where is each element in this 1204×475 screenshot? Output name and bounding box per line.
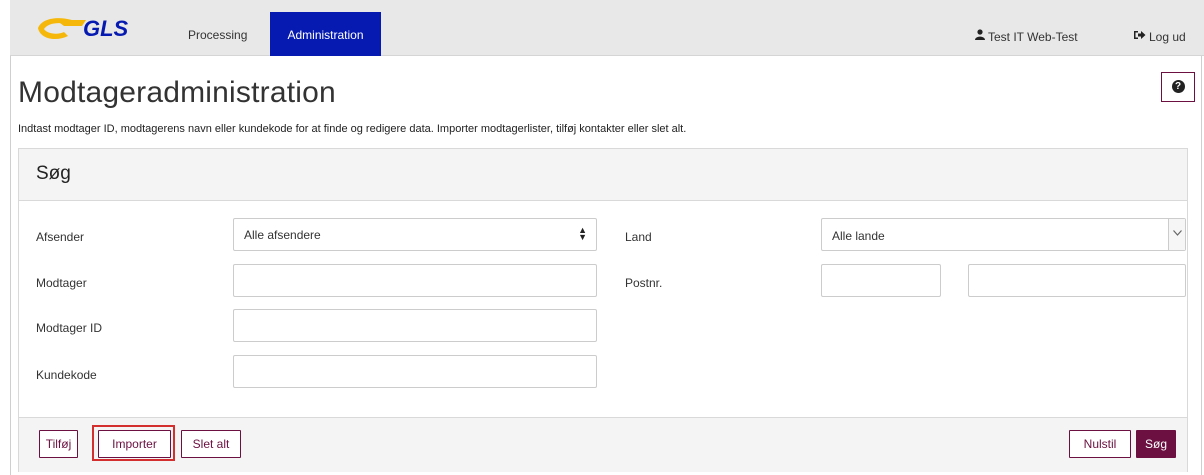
kundekode-input[interactable]	[233, 355, 597, 388]
search-panel-heading: Søg	[19, 149, 1187, 201]
search-panel-footer: Tilføj Importer Slet alt Nulstil Søg	[19, 417, 1187, 472]
add-button[interactable]: Tilføj	[39, 430, 78, 458]
afsender-select-value: Alle afsendere	[244, 228, 321, 242]
land-select-value: Alle lande	[832, 229, 885, 243]
postnr-label: Postnr.	[625, 276, 663, 290]
user-icon	[975, 0, 985, 73]
afsender-select[interactable]: Alle afsendere ▲ ▼	[233, 218, 597, 251]
postnr-to-input[interactable]	[968, 264, 1186, 297]
delete-all-button[interactable]: Slet alt	[181, 430, 241, 458]
modtager-id-input[interactable]	[233, 309, 597, 342]
user-menu[interactable]: Test IT Web-Test	[975, 0, 1078, 56]
land-select[interactable]: Alle lande	[821, 218, 1186, 251]
modtager-input[interactable]	[233, 264, 597, 297]
sign-out-icon	[1134, 0, 1146, 73]
postnr-from-input[interactable]	[821, 264, 941, 297]
kundekode-label: Kundekode	[36, 368, 97, 382]
nav-administration[interactable]: Administration	[270, 12, 381, 56]
page-border-left	[10, 56, 11, 475]
user-name: Test IT Web-Test	[988, 30, 1078, 44]
afsender-label: Afsender	[36, 230, 85, 244]
gls-logo[interactable]: GLS	[34, 14, 144, 42]
logo-text: GLS	[83, 16, 129, 41]
page-intro: Indtast modtager ID, modtagerens navn el…	[18, 123, 687, 135]
gls-logo-icon: GLS	[38, 16, 129, 41]
sort-icon: ▲ ▼	[578, 225, 587, 242]
reset-button[interactable]: Nulstil	[1069, 430, 1131, 458]
land-label: Land	[625, 230, 652, 244]
help-button[interactable]: ?	[1161, 72, 1195, 102]
question-circle-icon: ?	[1171, 80, 1185, 94]
top-navbar: GLS Processing Administration Test IT We…	[10, 0, 1204, 56]
search-button[interactable]: Søg	[1136, 430, 1176, 458]
page-border-right	[1201, 56, 1202, 475]
modtager-label: Modtager	[36, 276, 87, 290]
search-panel: Søg Afsender Alle afsendere ▲ ▼ Modtager …	[18, 148, 1188, 472]
page-title: Modtageradministration	[18, 76, 336, 109]
import-highlight-box	[92, 425, 175, 461]
modtager-id-label: Modtager ID	[36, 321, 103, 335]
chevron-down-icon[interactable]	[1168, 219, 1185, 250]
logout-link[interactable]: Log ud	[1134, 0, 1186, 56]
logout-label: Log ud	[1149, 30, 1186, 44]
nav-processing[interactable]: Processing	[172, 12, 263, 56]
